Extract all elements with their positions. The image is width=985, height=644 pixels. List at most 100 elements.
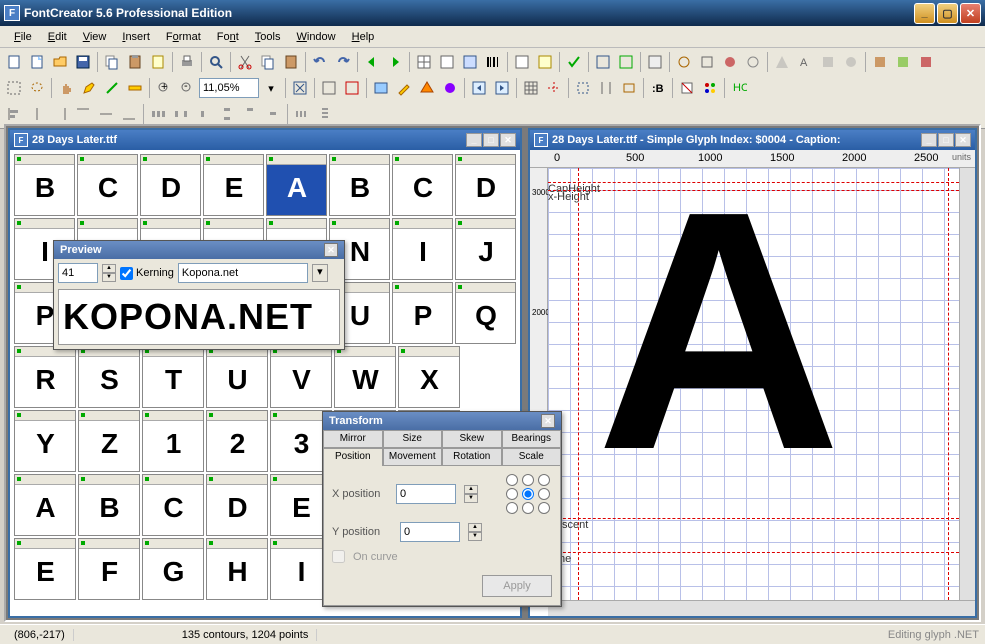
menu-file[interactable]: File [6, 29, 40, 45]
t4-icon[interactable] [742, 51, 764, 73]
t8-icon[interactable] [840, 51, 862, 73]
child-max-button[interactable]: □ [483, 133, 499, 147]
child-close-button[interactable]: ✕ [500, 133, 516, 147]
undo-icon[interactable] [309, 51, 331, 73]
img-icon[interactable] [370, 77, 392, 99]
align-l-icon[interactable] [3, 103, 25, 125]
open-icon[interactable] [49, 51, 71, 73]
y-position-input[interactable] [400, 522, 460, 542]
new2-icon[interactable] [26, 51, 48, 73]
glyph-cell[interactable]: D [206, 474, 268, 536]
child-max-button[interactable]: □ [938, 133, 954, 147]
preview-close-button[interactable]: ✕ [324, 243, 338, 257]
y-spin-up[interactable]: ▲ [468, 523, 482, 532]
glyph-outline[interactable]: A [596, 178, 832, 484]
tab-position[interactable]: Position [323, 448, 383, 466]
marquee-icon[interactable] [3, 77, 25, 99]
menu-format[interactable]: Format [158, 29, 209, 45]
copy2-icon[interactable] [257, 51, 279, 73]
menu-insert[interactable]: Insert [114, 29, 158, 45]
fit-icon[interactable] [289, 77, 311, 99]
t7-icon[interactable] [817, 51, 839, 73]
zoom-field[interactable] [199, 78, 259, 98]
menu-window[interactable]: Window [288, 29, 343, 45]
y-spin-down[interactable]: ▼ [468, 532, 482, 541]
anchor-tl[interactable] [506, 474, 518, 486]
glyph-cell[interactable]: D [140, 154, 201, 216]
tab-rotation[interactable]: Rotation [442, 448, 502, 466]
check-icon[interactable] [563, 51, 585, 73]
glyph-cell[interactable]: G [142, 538, 204, 600]
t6-icon[interactable]: A [794, 51, 816, 73]
x-spin-down[interactable]: ▼ [464, 494, 478, 503]
cut-icon[interactable] [234, 51, 256, 73]
find-icon[interactable] [205, 51, 227, 73]
tab-skew[interactable]: Skew [442, 430, 502, 448]
glyph-cell[interactable]: E [14, 538, 76, 600]
glyph-cell[interactable]: B [14, 154, 75, 216]
menu-tools[interactable]: Tools [247, 29, 289, 45]
glyph-cell[interactable]: Z [78, 410, 140, 472]
measure-icon[interactable] [124, 77, 146, 99]
glyph-cell[interactable]: U [206, 346, 268, 408]
dist-e1-icon[interactable] [291, 103, 313, 125]
shape-icon[interactable] [416, 77, 438, 99]
mode2-icon[interactable] [699, 77, 721, 99]
back-icon[interactable] [361, 51, 383, 73]
preview-size-input[interactable] [58, 263, 98, 283]
glyph-cell[interactable]: S [78, 346, 140, 408]
next-icon[interactable] [491, 77, 513, 99]
lasso-icon[interactable] [26, 77, 48, 99]
menu-edit[interactable]: Edit [40, 29, 75, 45]
glyph-cell[interactable]: 2 [206, 410, 268, 472]
circle-icon[interactable] [439, 77, 461, 99]
redo-icon[interactable] [332, 51, 354, 73]
overview-titlebar[interactable]: F 28 Days Later.ttf _ □ ✕ [10, 130, 520, 150]
dist-h3-icon[interactable] [193, 103, 215, 125]
edit-titlebar[interactable]: F 28 Days Later.ttf - Simple Glyph Index… [530, 130, 975, 150]
glyph-cell[interactable]: E [203, 154, 264, 216]
dist-h-icon[interactable] [147, 103, 169, 125]
tbl5-icon[interactable] [534, 51, 556, 73]
x-position-input[interactable] [396, 484, 456, 504]
tab-scale[interactable]: Scale [502, 448, 562, 466]
hand-icon[interactable] [55, 77, 77, 99]
t5-icon[interactable] [771, 51, 793, 73]
transform-panel[interactable]: Transform ✕ Mirror Size Skew Bearings Po… [322, 411, 562, 607]
preview-dropdown-button[interactable]: ▾ [312, 264, 328, 282]
glyph-cell[interactable]: V [270, 346, 332, 408]
glyph-cell[interactable]: B [78, 474, 140, 536]
glyph-cell[interactable]: T [142, 346, 204, 408]
t3-icon[interactable] [719, 51, 741, 73]
kerning-checkbox[interactable] [120, 267, 133, 280]
mode1-icon[interactable] [676, 77, 698, 99]
tbl2-icon[interactable] [436, 51, 458, 73]
glyph-cell[interactable]: Q [455, 282, 516, 344]
ruler-horizontal[interactable]: 0 500 1000 1500 2000 2500 units [530, 150, 975, 168]
glyph-cell[interactable]: A [14, 474, 76, 536]
zoom-out-icon[interactable]: - [176, 77, 198, 99]
new-icon[interactable] [3, 51, 25, 73]
doc-icon[interactable] [147, 51, 169, 73]
dist-v-icon[interactable] [216, 103, 238, 125]
glyph-cell[interactable]: Y [14, 410, 76, 472]
pencil-icon[interactable] [393, 77, 415, 99]
glyph-cell[interactable]: P [392, 282, 453, 344]
paste2-icon[interactable] [280, 51, 302, 73]
bbox-icon[interactable] [572, 77, 594, 99]
align-c-icon[interactable] [26, 103, 48, 125]
anchor-bl[interactable] [506, 502, 518, 514]
anchor-tr[interactable] [538, 474, 550, 486]
child-min-button[interactable]: _ [921, 133, 937, 147]
anchor-mc[interactable] [522, 488, 534, 500]
menu-font[interactable]: Font [209, 29, 247, 45]
guides-icon[interactable] [543, 77, 565, 99]
t1-icon[interactable] [673, 51, 695, 73]
glyph-cell[interactable]: I [392, 218, 453, 280]
glyph-cell[interactable]: H [206, 538, 268, 600]
menu-view[interactable]: View [75, 29, 115, 45]
preview-titlebar[interactable]: Preview ✕ [54, 241, 344, 259]
anchor-mr[interactable] [538, 488, 550, 500]
prev-icon[interactable] [468, 77, 490, 99]
dropdown-icon[interactable]: ▾ [260, 77, 282, 99]
